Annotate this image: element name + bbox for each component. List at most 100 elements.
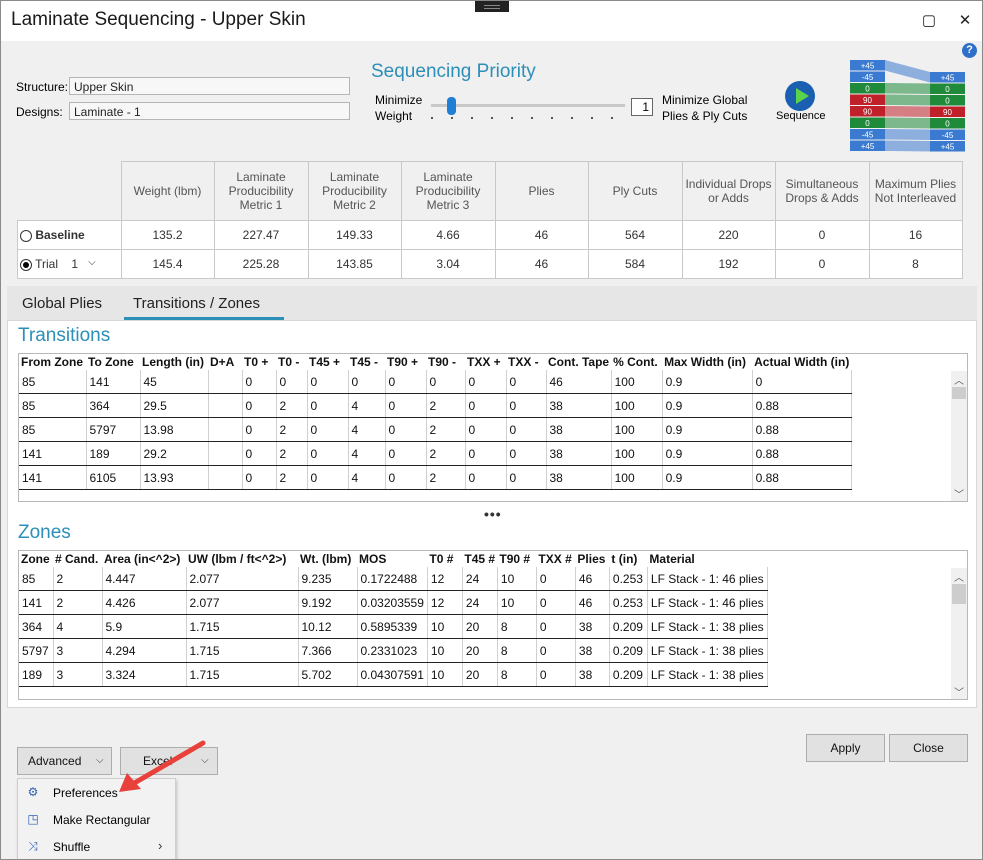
table-row[interactable]: 141 2 4.426 2.077 9.192 0.03203559 12 24 10 0 46 0.… xyxy=(19,590,768,615)
trial-radio[interactable] xyxy=(20,258,32,271)
designs-field[interactable]: Laminate - 1 xyxy=(69,102,350,120)
baseline-row[interactable]: Baseline 135.2 227.47 149.33 4.66 46 564… xyxy=(17,220,963,250)
minimize-plies-label-1: Minimize Global xyxy=(662,93,748,107)
baseline-radio[interactable] xyxy=(20,229,32,242)
zones-column-header[interactable]: MOS xyxy=(357,551,427,567)
close-icon[interactable]: ✕ xyxy=(955,11,975,29)
ply-label: +45 xyxy=(941,143,955,152)
table-cell: 7.366 xyxy=(298,638,358,663)
table-cell: 0 xyxy=(385,393,427,418)
scroll-thumb[interactable] xyxy=(952,584,966,604)
table-cell: 9.192 xyxy=(298,590,358,615)
transitions-column-header[interactable]: From Zone xyxy=(19,354,86,370)
transitions-column-header[interactable]: TXX + xyxy=(465,354,506,370)
transitions-column-header[interactable]: Max Width (in) xyxy=(662,354,752,370)
transitions-column-header[interactable]: T90 - xyxy=(426,354,465,370)
scroll-down-icon[interactable]: ﹀ xyxy=(954,486,964,501)
trial-select-value[interactable]: 1 xyxy=(71,257,78,271)
table-row[interactable]: 189 3 3.324 1.715 5.702 0.04307591 10 20 8 0 38 0.2… xyxy=(19,662,768,687)
transitions-column-header[interactable]: D+A xyxy=(208,354,242,370)
slider-tick xyxy=(591,117,593,119)
table-row[interactable]: 85 2 4.447 2.077 9.235 0.1722488 12 24 10 0 46 0.25… xyxy=(19,567,768,591)
table-cell: 0.209 xyxy=(609,638,648,663)
table-cell: LF Stack - 1: 46 plies xyxy=(647,590,768,615)
table-row[interactable]: 141 189 29.2 0 2 0 4 0 2 0 0 38 100 0.9 0.88 xyxy=(19,441,852,466)
trial-selector[interactable]: Trial 1 ⌵ xyxy=(17,249,122,279)
scroll-thumb[interactable] xyxy=(952,387,966,399)
zones-column-header[interactable]: Plies xyxy=(575,551,609,567)
menu-item-shuffle[interactable]: ⤨ Shuffle › xyxy=(18,834,175,859)
transitions-column-header[interactable]: % Cont. xyxy=(611,354,662,370)
priority-value-box[interactable]: 1 xyxy=(631,98,653,116)
help-icon[interactable]: ? xyxy=(962,43,977,58)
advanced-dropdown-button[interactable]: Advanced ⌵ xyxy=(17,747,112,775)
zones-column-header[interactable]: Area (in<^2>) xyxy=(102,551,186,567)
chevron-down-icon[interactable]: ⌵ xyxy=(88,257,96,268)
trial-row[interactable]: Trial 1 ⌵ 145.4 225.28 143.85 3.04 46 58… xyxy=(17,249,963,279)
sequence-play-icon[interactable] xyxy=(785,81,815,111)
transitions-column-header[interactable]: TXX - xyxy=(506,354,546,370)
table-cell: LF Stack - 1: 38 plies xyxy=(647,638,768,663)
transitions-column-header[interactable]: T90 + xyxy=(385,354,426,370)
menu-item-make-rectangular[interactable]: ◳ Make Rectangular xyxy=(18,807,175,833)
structure-field[interactable]: Upper Skin xyxy=(69,77,350,95)
close-button[interactable]: Close xyxy=(889,734,968,762)
table-cell: 0 xyxy=(385,417,427,442)
table-cell: 5797 xyxy=(19,638,54,663)
table-cell: 24 xyxy=(462,590,498,615)
summary-cell: 192 xyxy=(681,249,776,279)
table-cell: 0.88 xyxy=(752,441,852,466)
tab-transitions-zones[interactable]: Transitions / Zones xyxy=(133,295,260,312)
scroll-up-icon[interactable]: ︿ xyxy=(954,372,964,387)
table-cell: 141 xyxy=(19,465,87,490)
table-cell: 364 xyxy=(86,393,141,418)
apply-button[interactable]: Apply xyxy=(806,734,885,762)
transitions-grid[interactable]: From Zone To Zone Length (in) D+A T0 + T0 - T4… xyxy=(18,353,968,502)
transitions-column-header[interactable]: T45 - xyxy=(348,354,385,370)
table-row[interactable]: 5797 3 4.294 1.715 7.366 0.2331023 10 20 8 0 38 0.2… xyxy=(19,638,768,663)
zones-column-header[interactable]: T45 # xyxy=(462,551,497,567)
zones-column-header[interactable]: Zone xyxy=(19,551,53,567)
table-cell: 8 xyxy=(497,662,537,687)
zones-scrollbar[interactable]: ︿ ﹀ xyxy=(951,568,967,699)
baseline-selector[interactable]: Baseline xyxy=(17,220,122,250)
zones-column-header[interactable]: TXX # xyxy=(536,551,575,567)
transitions-column-header[interactable]: T45 + xyxy=(307,354,348,370)
zones-column-header[interactable]: # Cand. xyxy=(53,551,102,567)
scroll-up-icon[interactable]: ︿ xyxy=(954,569,964,584)
table-row[interactable]: 85 364 29.5 0 2 0 4 0 2 0 0 38 100 0.9 0.88 xyxy=(19,393,852,418)
tab-bar: Global Plies Transitions / Zones xyxy=(7,286,977,320)
transitions-column-header[interactable]: To Zone xyxy=(86,354,140,370)
table-row[interactable]: 85 141 45 0 0 0 0 0 0 0 0 46 100 0.9 0 xyxy=(19,370,852,394)
table-cell: 1.715 xyxy=(186,614,299,639)
zones-column-header[interactable]: Material xyxy=(647,551,767,567)
table-cell: 13.98 xyxy=(140,417,209,442)
maximize-icon[interactable]: ▢ xyxy=(919,11,939,29)
table-row[interactable]: 141 6105 13.93 0 2 0 4 0 2 0 0 38 100 0.9 0.88 xyxy=(19,465,852,490)
transitions-column-header[interactable]: Cont. Tape xyxy=(546,354,611,370)
zones-grid[interactable]: Zone # Cand. Area (in<^2>) UW (lbm / ft<^2>… xyxy=(18,550,968,700)
transitions-column-header[interactable]: T0 + xyxy=(242,354,276,370)
priority-slider-thumb[interactable] xyxy=(447,97,456,115)
transitions-column-header[interactable]: Length (in) xyxy=(140,354,208,370)
zones-column-header[interactable]: t (in) xyxy=(609,551,647,567)
table-row[interactable]: 85 5797 13.98 0 2 0 4 0 2 0 0 38 100 0.9 0.88 xyxy=(19,417,852,442)
table-row[interactable]: 364 4 5.9 1.715 10.12 0.5895339 10 20 8 0 38 0.209 L… xyxy=(19,614,768,639)
priority-slider-track[interactable] xyxy=(431,104,625,107)
transitions-column-header[interactable]: Actual Width (in) xyxy=(752,354,851,370)
tab-global-plies[interactable]: Global Plies xyxy=(22,295,102,312)
transitions-column-header[interactable]: T0 - xyxy=(276,354,307,370)
table-cell: 2.077 xyxy=(186,590,299,615)
scroll-down-icon[interactable]: ﹀ xyxy=(954,684,964,699)
zones-column-header[interactable]: T90 # xyxy=(497,551,536,567)
ply-transition xyxy=(885,60,930,83)
zones-column-header[interactable]: Wt. (lbm) xyxy=(298,551,357,567)
zones-column-header[interactable]: T0 # xyxy=(427,551,462,567)
transitions-scrollbar[interactable]: ︿ ﹀ xyxy=(951,371,967,501)
splitter-handle[interactable]: ••• xyxy=(484,506,502,522)
zones-column-header[interactable]: UW (lbm / ft<^2>) xyxy=(186,551,298,567)
table-cell: 2 xyxy=(276,465,308,490)
drag-grip[interactable] xyxy=(475,1,509,12)
table-cell: 4 xyxy=(348,465,386,490)
sequence-button-label[interactable]: Sequence xyxy=(776,110,826,122)
